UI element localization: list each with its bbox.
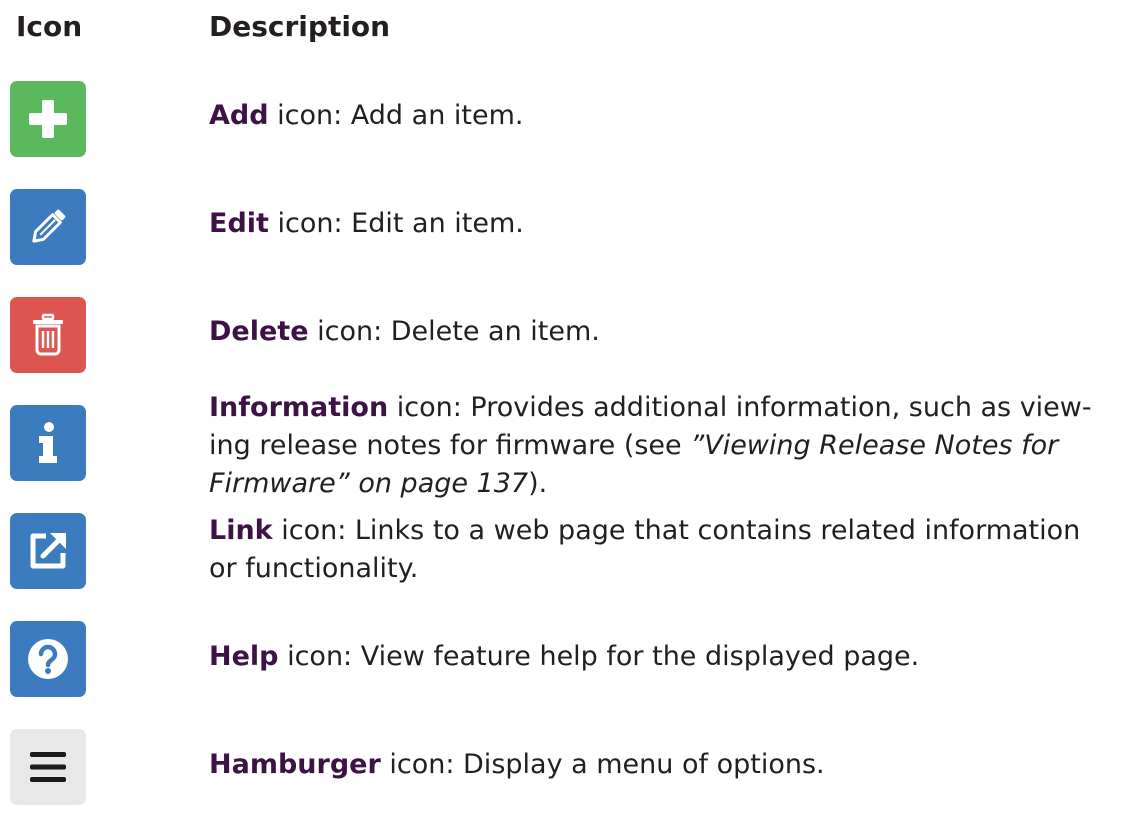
description-add: Add icon: Add an item.: [209, 97, 1114, 135]
description-delete: Delete icon: Delete an item.: [209, 313, 1114, 351]
column-header-description: Description: [209, 10, 391, 43]
description-hamburger: Hamburger icon: Display a menu of option…: [209, 746, 1114, 784]
term-edit: Edit: [209, 208, 269, 239]
table-header: Icon Description: [0, 0, 1127, 60]
term-hamburger: Hamburger: [209, 749, 381, 780]
description-text: icon: Add an item.: [268, 100, 524, 131]
description-text: icon: Edit an item.: [268, 208, 524, 239]
description-text: icon: Display a menu of options.: [380, 749, 825, 780]
description-edit: Edit icon: Edit an item.: [209, 205, 1114, 243]
term-add: Add: [209, 100, 269, 131]
description-link: Link icon: Links to a web page that cont…: [209, 512, 1114, 588]
plus-icon: [10, 81, 86, 157]
hamburger-icon: [10, 729, 86, 805]
trash-icon: [10, 297, 86, 373]
description-text: icon: View feature help for the displaye…: [278, 641, 920, 672]
description-text: icon: Links to a web page that contains …: [209, 515, 1081, 584]
term-link: Link: [209, 515, 273, 546]
description-text-end: ).: [528, 468, 548, 499]
description-help: Help icon: View feature help for the dis…: [209, 638, 1114, 676]
column-header-icon: Icon: [16, 10, 83, 43]
external-link-icon: [10, 513, 86, 589]
pencil-icon: [10, 189, 86, 265]
description-information: Information icon: Provides additional in…: [209, 389, 1114, 503]
term-help: Help: [209, 641, 279, 672]
term-information: Information: [209, 392, 389, 423]
description-text: icon: Delete an item.: [308, 316, 600, 347]
info-icon: [10, 405, 86, 481]
term-delete: Delete: [209, 316, 309, 347]
question-icon: [10, 621, 86, 697]
